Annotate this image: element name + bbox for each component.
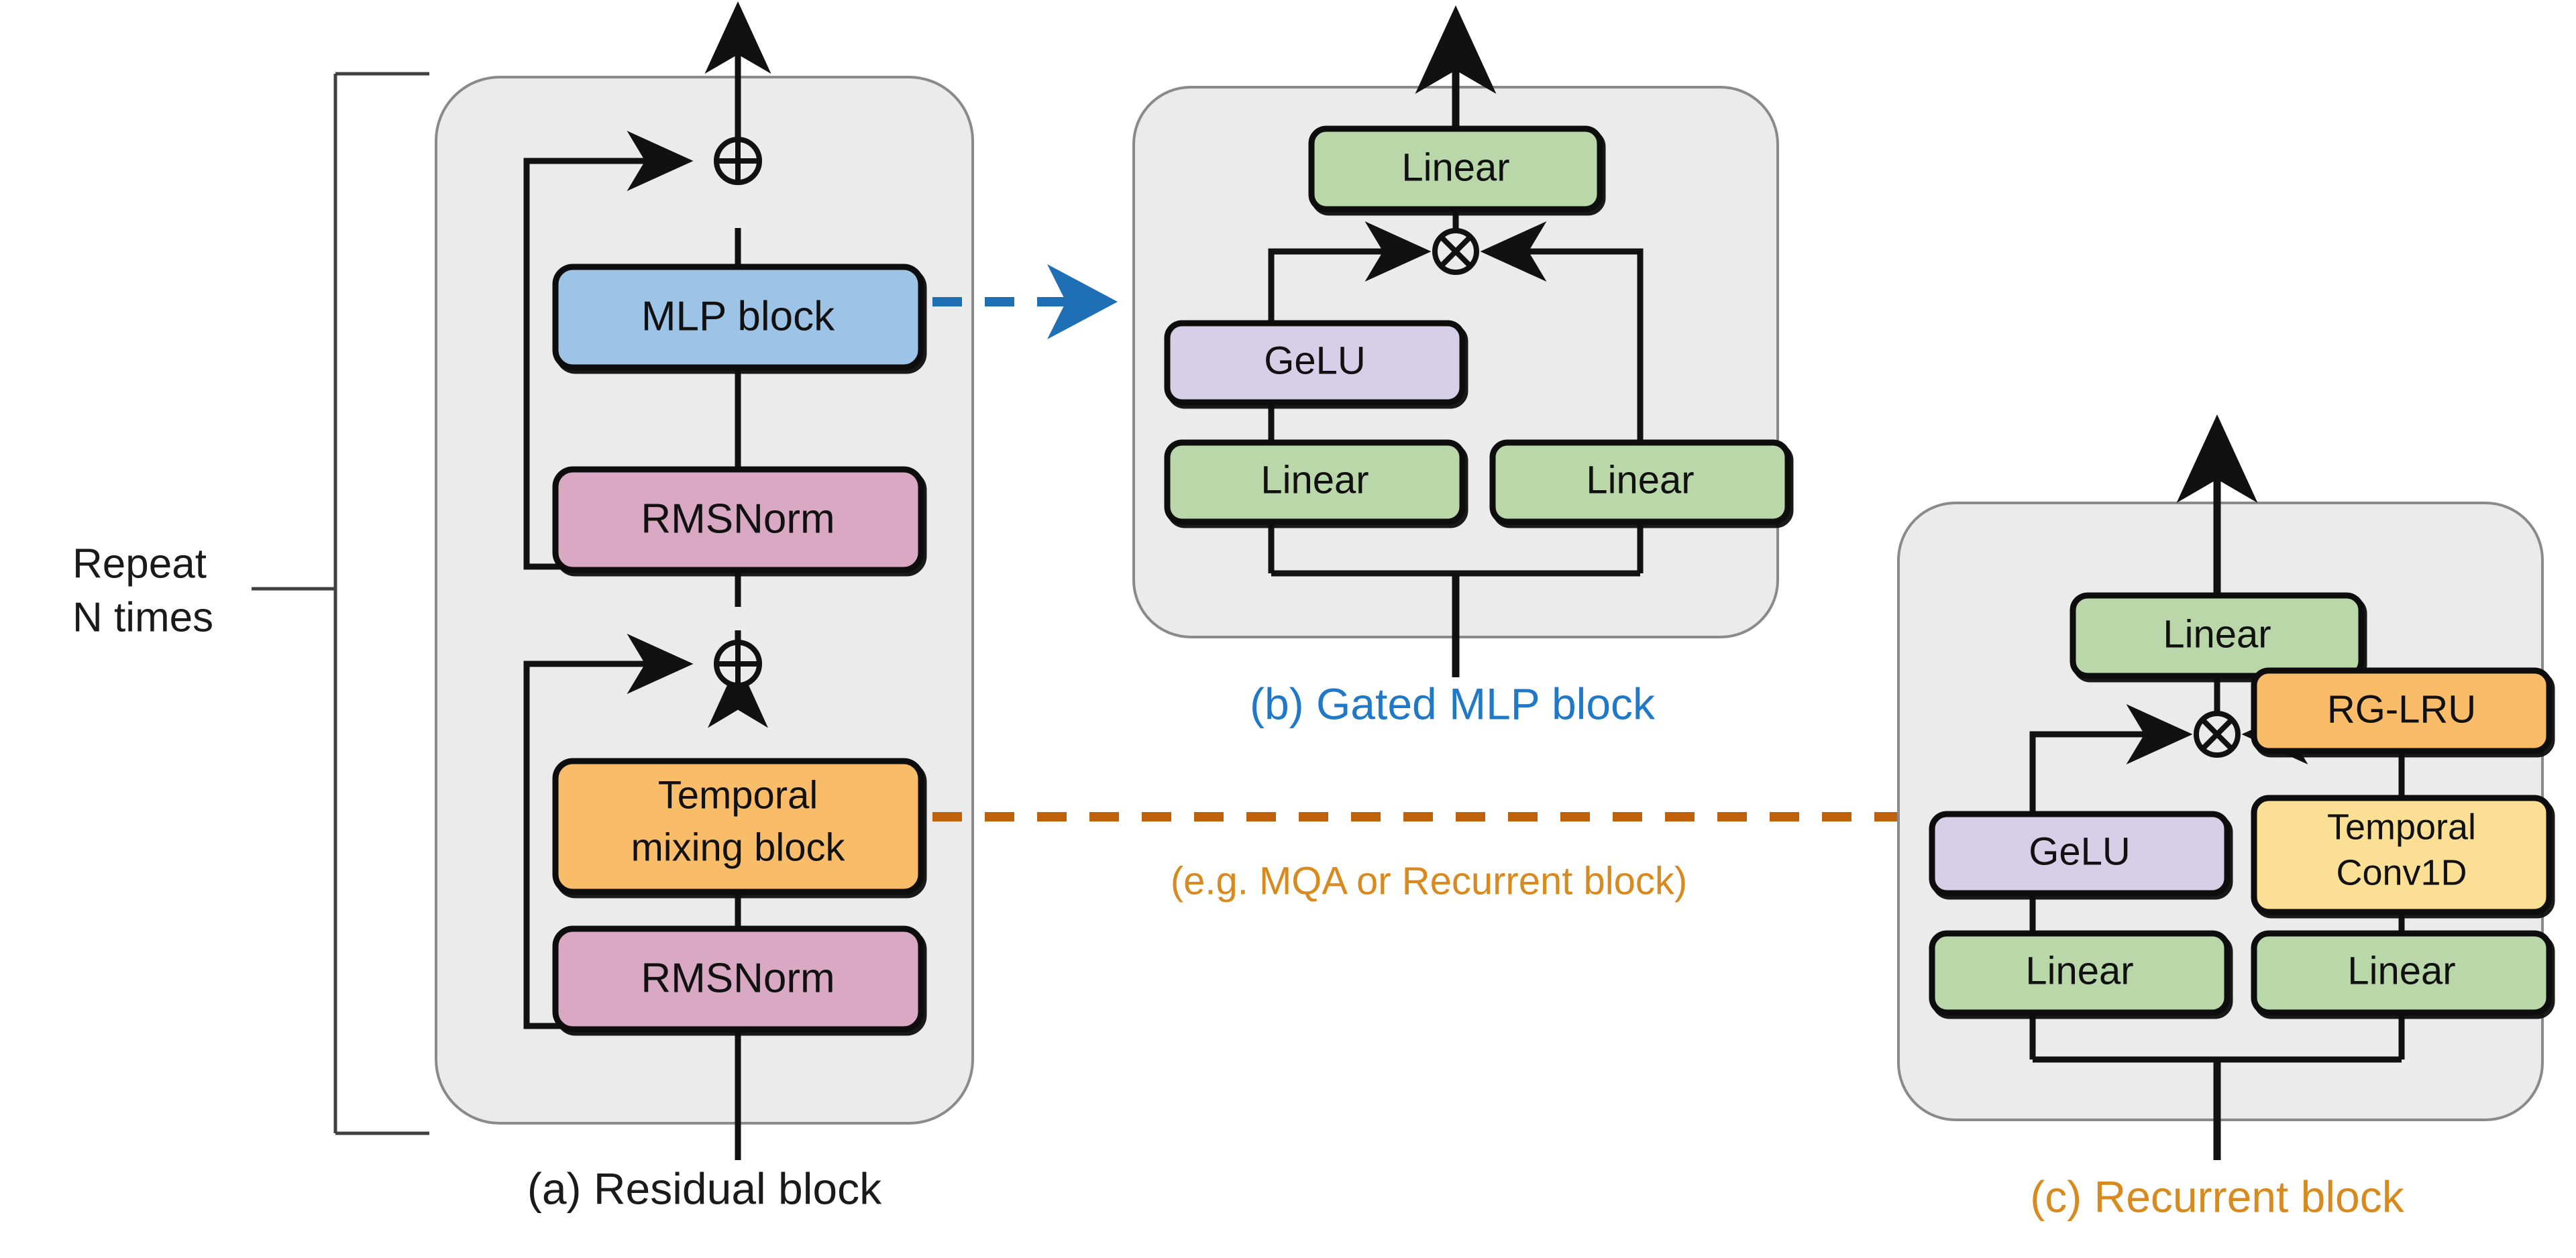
block-rmsnorm-top[interactable]: RMSNorm xyxy=(552,466,924,573)
repeat-label-line2: N times xyxy=(72,594,213,640)
add-operator-bottom xyxy=(714,640,762,688)
block-c-gelu-label: GeLU xyxy=(2029,830,2131,873)
panel-recurrent-block: Linear RG-LRU GeLU Temporal Conv1D Linea… xyxy=(1897,414,2553,1160)
block-c-linear-right-label: Linear xyxy=(2347,949,2455,992)
panel-residual-block: MLP block RMSNorm Temporal mixing block … xyxy=(435,1,974,1160)
block-c-linear-left[interactable]: Linear xyxy=(1929,930,2231,1016)
panel-gated-mlp-block: Linear GeLU Linear Linear xyxy=(1132,5,1791,677)
block-temporal-mixing-label-line1: Temporal xyxy=(658,773,818,817)
multiply-operator-c xyxy=(2194,711,2241,758)
block-b-linear-right[interactable]: Linear xyxy=(1489,439,1791,525)
block-c-linear-out-label: Linear xyxy=(2163,612,2271,656)
block-b-linear-left-label: Linear xyxy=(1260,458,1368,502)
block-c-linear-out[interactable]: Linear xyxy=(2070,592,2365,679)
block-c-rg-lru[interactable]: RG-LRU xyxy=(2251,667,2553,754)
figure-canvas: Repeat N times MLP block RMSNorm Tempora… xyxy=(0,0,2576,1258)
repeat-bracket xyxy=(252,72,429,1135)
block-c-linear-right[interactable]: Linear xyxy=(2251,930,2553,1016)
block-temporal-mixing-label-line2: mixing block xyxy=(631,825,845,869)
block-b-gelu-label: GeLU xyxy=(1264,339,1366,382)
block-b-gelu[interactable]: GeLU xyxy=(1164,320,1466,406)
block-b-linear-right-label: Linear xyxy=(1586,458,1694,502)
block-rmsnorm-top-label: RMSNorm xyxy=(641,496,835,542)
block-rmsnorm-bottom-label: RMSNorm xyxy=(641,955,835,1001)
block-c-gelu[interactable]: GeLU xyxy=(1929,811,2231,897)
caption-panel-c: (c) Recurrent block xyxy=(2030,1171,2404,1221)
caption-panel-b: (b) Gated MLP block xyxy=(1250,679,1656,728)
repeat-label-line1: Repeat xyxy=(72,540,207,587)
block-rmsnorm-bottom[interactable]: RMSNorm xyxy=(552,925,924,1033)
multiply-operator-b xyxy=(1432,228,1479,275)
block-c-rg-lru-label: RG-LRU xyxy=(2327,687,2476,731)
add-operator-top xyxy=(714,137,762,185)
block-mlp-block[interactable]: MLP block xyxy=(552,264,924,371)
block-b-linear-out-label: Linear xyxy=(1401,146,1509,189)
mixing-block-hint: (e.g. MQA or Recurrent block) xyxy=(1171,859,1687,903)
block-c-temporal-conv1d-label-line1: Temporal xyxy=(2327,807,2476,847)
block-b-linear-left[interactable]: Linear xyxy=(1164,439,1466,525)
caption-panel-a: (a) Residual block xyxy=(527,1163,882,1213)
block-c-linear-left-label: Linear xyxy=(2025,949,2133,992)
block-temporal-mixing[interactable]: Temporal mixing block xyxy=(552,758,924,895)
block-c-temporal-conv1d-label-line2: Conv1D xyxy=(2336,852,2467,893)
block-c-temporal-conv1d[interactable]: Temporal Conv1D xyxy=(2251,795,2553,915)
architecture-diagram: Repeat N times MLP block RMSNorm Tempora… xyxy=(72,1,2553,1221)
block-b-linear-out[interactable]: Linear xyxy=(1308,125,1603,213)
block-mlp-block-label: MLP block xyxy=(641,293,835,339)
